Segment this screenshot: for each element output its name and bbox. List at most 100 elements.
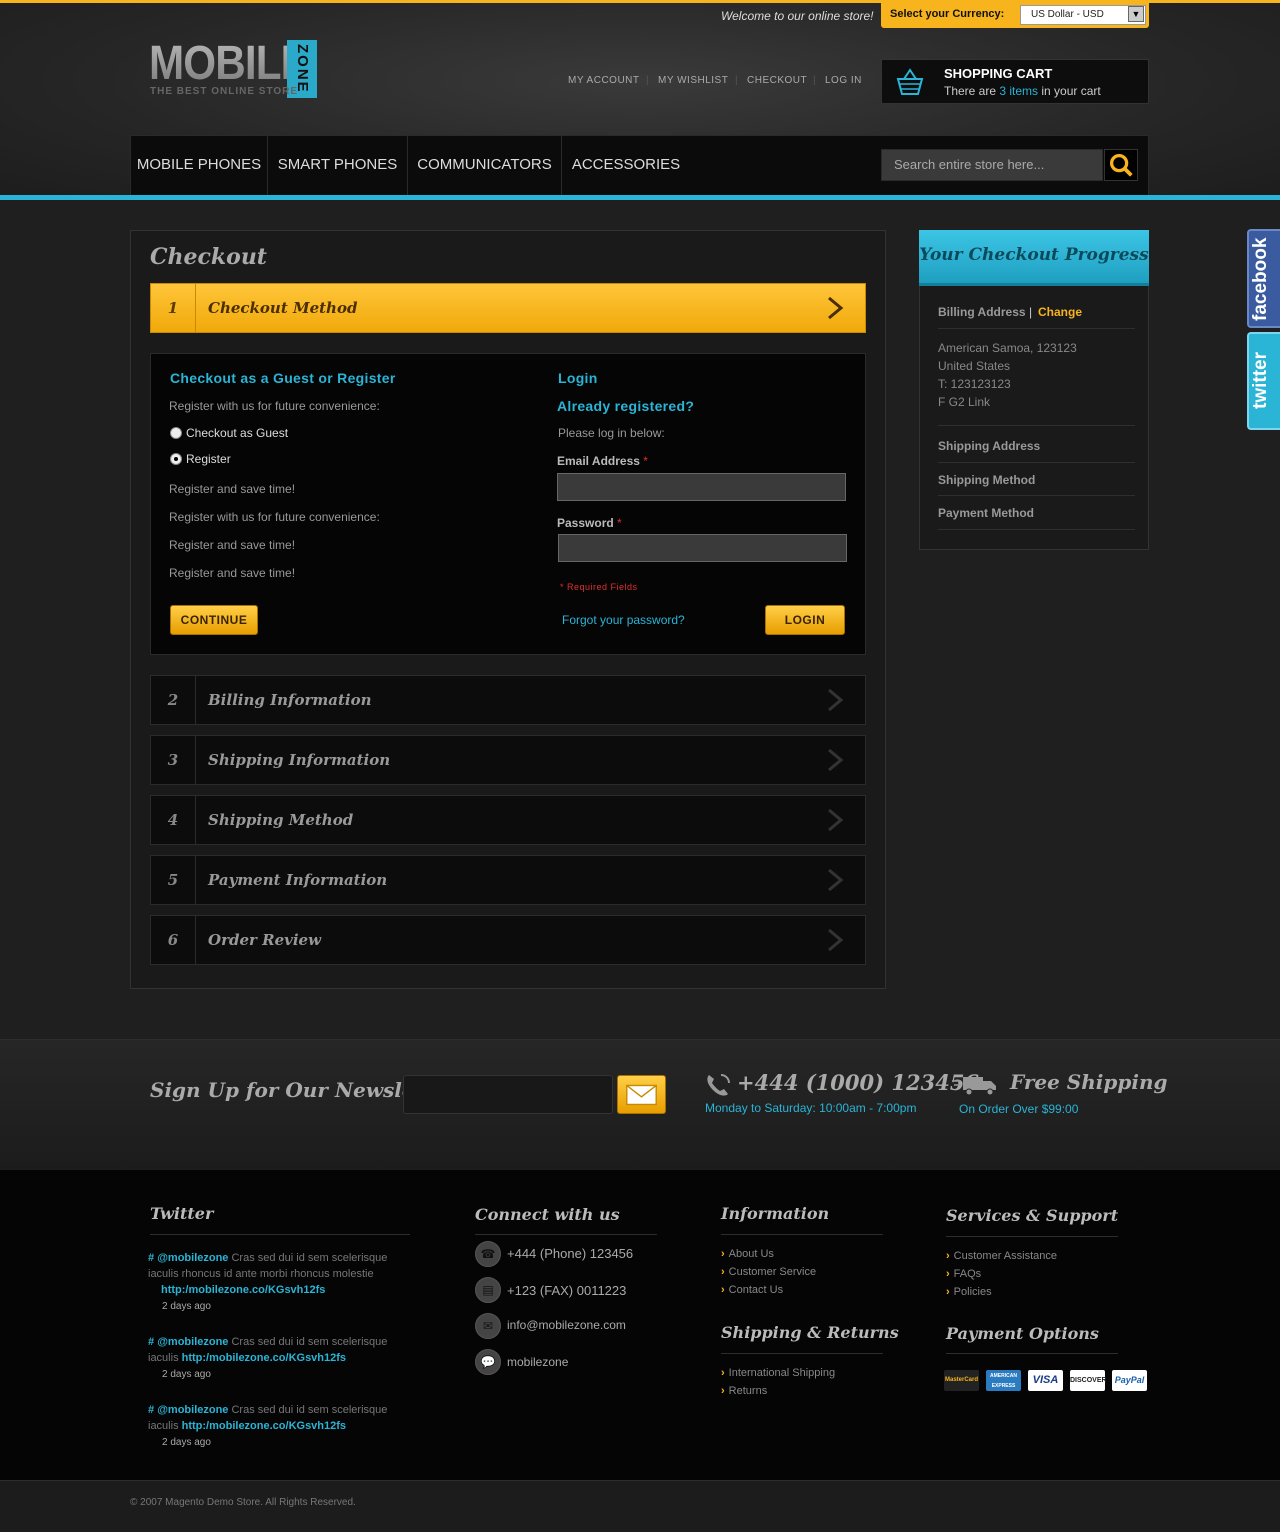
step-shipping-method[interactable]: 4 Shipping Method bbox=[150, 795, 866, 845]
divider bbox=[938, 328, 1135, 329]
step-label: Billing Information bbox=[208, 691, 372, 709]
step-label: Shipping Method bbox=[208, 811, 354, 829]
step-shipping-information[interactable]: 3 Shipping Information bbox=[150, 735, 866, 785]
step-number: 2 bbox=[151, 676, 196, 724]
tweet: # @mobilezone Cras sed dui id sem sceler… bbox=[148, 1252, 388, 1296]
cart-count[interactable]: 3 items bbox=[999, 84, 1038, 98]
chevron-right-icon bbox=[828, 748, 844, 772]
nav-item-communicators[interactable]: COMMUNICATORS bbox=[408, 135, 562, 195]
continue-button[interactable]: CONTINUE bbox=[170, 605, 258, 635]
chevron-right-icon bbox=[828, 688, 844, 712]
phone-icon bbox=[707, 1074, 730, 1096]
register-radio-label[interactable]: Register bbox=[186, 452, 231, 466]
twitter-label: twitter bbox=[1250, 352, 1271, 410]
tweet: # @mobilezone Cras sed dui id sem sceler… bbox=[148, 1404, 388, 1432]
chevron-right-icon bbox=[828, 928, 844, 952]
register-note: Register and save time! bbox=[169, 538, 296, 552]
free-shipping-title: Free Shipping bbox=[1010, 1070, 1168, 1094]
payment-method-label: Payment Method bbox=[938, 506, 1035, 520]
footer-link-about-us: › About Us bbox=[721, 1248, 774, 1260]
tweet-link[interactable]: http:/mobilezone.co/KGsvh12fs bbox=[182, 1420, 346, 1432]
login-button[interactable]: LOGIN bbox=[765, 605, 845, 635]
connect-heading: Connect with us bbox=[475, 1205, 620, 1224]
footer-link-faqs: › FAQs bbox=[946, 1268, 982, 1280]
logo-text[interactable]: MOBILE bbox=[149, 36, 309, 91]
log-in-link[interactable]: LOG IN bbox=[825, 75, 862, 86]
tweet-link[interactable]: http:/mobilezone.co/KGsvh12fs bbox=[161, 1284, 325, 1296]
password-label: Password * bbox=[557, 516, 622, 530]
mastercard-icon: MasterCard bbox=[944, 1370, 979, 1391]
logo-tagline: THE BEST ONLINE STORE bbox=[150, 86, 299, 97]
step-number: 5 bbox=[151, 856, 196, 904]
facebook-label: facebook bbox=[1250, 237, 1271, 321]
step-order-review[interactable]: 6 Order Review bbox=[150, 915, 866, 965]
phone-icon: ☎ bbox=[475, 1241, 501, 1267]
step-billing-information[interactable]: 2 Billing Information bbox=[150, 675, 866, 725]
email-field[interactable] bbox=[557, 473, 846, 501]
discover-icon: DISCOVER bbox=[1070, 1370, 1107, 1391]
divider bbox=[946, 1236, 1118, 1237]
step-checkout-method[interactable]: 1 Checkout Method bbox=[150, 283, 866, 333]
delivery-truck-icon bbox=[952, 1077, 996, 1096]
label-divider: | bbox=[1029, 305, 1033, 319]
password-field[interactable] bbox=[558, 534, 847, 562]
step-label: Payment Information bbox=[208, 871, 388, 889]
chevron-down-icon[interactable]: ▼ bbox=[1128, 6, 1144, 22]
guest-radio[interactable] bbox=[170, 427, 182, 439]
tweet-handle[interactable]: @mobilezone bbox=[157, 1336, 228, 1348]
footer-link-customer-service: › Customer Service bbox=[721, 1266, 817, 1278]
change-link[interactable]: Change bbox=[1038, 305, 1082, 319]
information-heading: Information bbox=[721, 1204, 830, 1223]
email-label-text: Email Address bbox=[557, 454, 640, 468]
step-label: Shipping Information bbox=[208, 751, 391, 769]
my-account-link[interactable]: MY ACCOUNT bbox=[568, 75, 640, 86]
step-number: 6 bbox=[151, 916, 196, 964]
guest-register-heading: Checkout as a Guest or Register bbox=[170, 370, 396, 386]
tweet-link[interactable]: http:/mobilezone.co/KGsvh12fs bbox=[182, 1352, 346, 1364]
tweet-date: 2 days ago bbox=[162, 1437, 211, 1448]
tweet-handle[interactable]: @mobilezone bbox=[157, 1404, 228, 1416]
cart-summary: There are 3 items in your cart bbox=[944, 84, 1101, 98]
search-icon[interactable] bbox=[1104, 149, 1138, 181]
chat-icon: 💬 bbox=[475, 1349, 501, 1375]
address-line: American Samoa, 123123 bbox=[938, 341, 1077, 355]
contact-email[interactable]: info@mobilezone.com bbox=[507, 1318, 626, 1332]
step-payment-information[interactable]: 5 Payment Information bbox=[150, 855, 866, 905]
nav-item-accessories[interactable]: ACCESSORIES bbox=[562, 135, 690, 195]
link-separator: | bbox=[813, 75, 816, 86]
newsletter-email-input[interactable] bbox=[403, 1075, 613, 1114]
register-intro: Register with us for future convenience: bbox=[169, 399, 380, 413]
nav-item-mobile-phones[interactable]: MOBILE PHONES bbox=[131, 135, 268, 195]
forgot-password-link[interactable]: Forgot your password? bbox=[562, 613, 685, 627]
fax-icon: ▤ bbox=[475, 1277, 501, 1303]
login-heading: Login bbox=[558, 370, 598, 386]
free-shipping-note: On Order Over $99:00 bbox=[959, 1102, 1079, 1116]
my-wishlist-link[interactable]: MY WISHLIST bbox=[658, 75, 728, 86]
contact-skype[interactable]: mobilezone bbox=[507, 1355, 568, 1369]
register-radio[interactable] bbox=[170, 453, 182, 465]
page-title: Checkout bbox=[150, 244, 267, 270]
divider bbox=[721, 1353, 883, 1354]
billing-address-label: Billing Address bbox=[938, 305, 1026, 319]
cart-suffix: in your cart bbox=[1038, 84, 1101, 98]
copyright-text: © 2007 Magento Demo Store. All Rights Re… bbox=[130, 1497, 356, 1508]
divider bbox=[938, 425, 1135, 426]
search-input[interactable]: Search entire store here... bbox=[881, 149, 1103, 181]
chevron-right-icon bbox=[828, 868, 844, 892]
phone-number: +444 (1000) 123456 bbox=[737, 1070, 980, 1095]
cart-prefix: There are bbox=[944, 84, 1000, 98]
divider bbox=[938, 495, 1135, 496]
tweet-handle[interactable]: @mobilezone bbox=[157, 1252, 228, 1264]
paypal-icon: PayPal bbox=[1112, 1370, 1147, 1391]
cart-title: SHOPPING CART bbox=[944, 66, 1053, 81]
envelope-icon[interactable] bbox=[617, 1075, 666, 1114]
nav-item-smart-phones[interactable]: SMART PHONES bbox=[268, 135, 408, 195]
checkout-link[interactable]: CHECKOUT bbox=[747, 75, 807, 86]
guest-radio-label[interactable]: Checkout as Guest bbox=[186, 426, 288, 440]
divider bbox=[721, 1234, 883, 1235]
divider bbox=[475, 1234, 657, 1235]
step-label: Order Review bbox=[208, 931, 322, 949]
footer-link-customer-assistance: › Customer Assistance bbox=[946, 1250, 1057, 1262]
address-line: F G2 Link bbox=[938, 395, 991, 409]
footer-link-policies: › Policies bbox=[946, 1286, 992, 1298]
